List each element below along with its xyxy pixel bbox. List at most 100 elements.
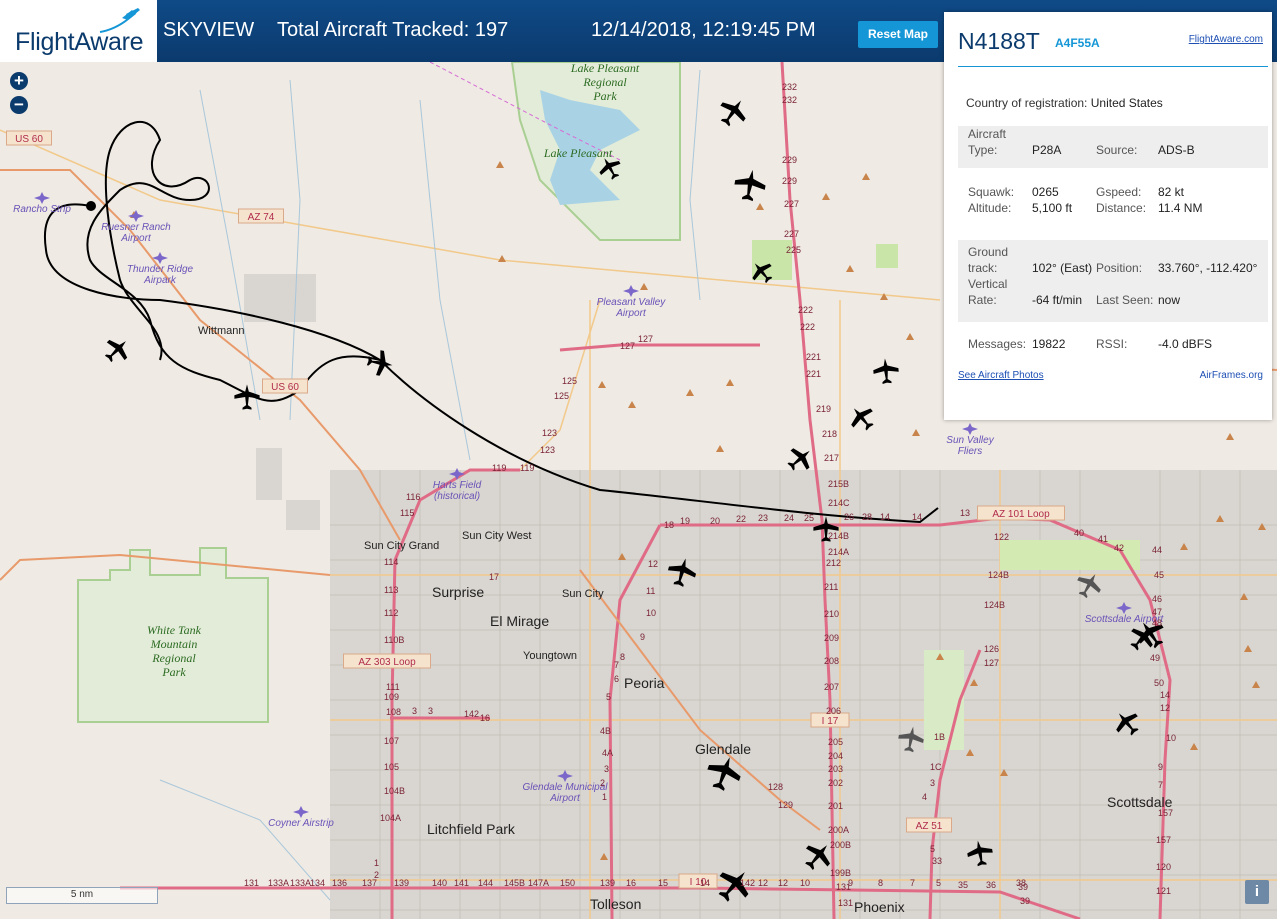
exit-label: 222: [800, 322, 815, 332]
park-label: Park: [161, 665, 186, 679]
exit-label: 157: [1156, 835, 1171, 845]
exit-label: 33: [932, 856, 942, 866]
exit-label: 133A: [290, 878, 311, 888]
datetime: 12/14/2018, 12:19:45 PM: [591, 19, 816, 41]
place-label: Surprise: [432, 584, 484, 600]
exit-label: 24: [784, 513, 794, 523]
track-block: Ground track: 102° (East) Position: 33.7…: [958, 240, 1268, 322]
exit-label: 14: [700, 878, 710, 888]
lastseen-value: now: [1158, 293, 1181, 307]
squawk-value: 0265: [1032, 185, 1059, 199]
exit-label: 35: [958, 880, 968, 890]
position-value: 33.760°, -112.420°: [1158, 261, 1258, 275]
exit-label: 25: [804, 513, 814, 523]
exit-label: 9: [640, 632, 645, 642]
exit-label: 110B: [384, 635, 404, 645]
exit-label: 123: [542, 428, 557, 438]
flightaware-link[interactable]: FlightAware.com: [1189, 34, 1263, 45]
exit-label: 140: [432, 878, 447, 888]
exit-label: 3: [604, 764, 609, 774]
exit-label: 41: [1098, 534, 1108, 544]
exit-label: 107: [384, 736, 399, 746]
exit-label: 202: [828, 778, 843, 788]
exit-label: 142: [464, 709, 479, 719]
exit-label: 114: [384, 557, 398, 567]
exit-label: 4B: [600, 726, 611, 736]
exit-label: 120: [1156, 862, 1171, 872]
park-label: Lake Pleasant: [543, 146, 613, 160]
exit-label: 42: [1114, 543, 1124, 553]
position-label: Position:: [1096, 261, 1143, 275]
exit-label: 145B: [504, 878, 525, 888]
park-label: Regional: [151, 651, 196, 665]
exit-label: 44: [1152, 545, 1162, 555]
gspeed-label: Gspeed:: [1096, 185, 1142, 199]
place-label: El Mirage: [490, 613, 549, 629]
exit-label: 105: [384, 762, 399, 772]
place-label: Glendale: [695, 741, 751, 757]
exit-label: 18: [664, 520, 674, 530]
exit-label: 39: [1018, 882, 1028, 892]
messages-label: Messages:: [968, 337, 1027, 351]
exit-label: 128: [768, 782, 783, 792]
exit-label: 142: [740, 878, 755, 888]
country-of-registration: Country of registration: United States: [966, 96, 1163, 110]
exit-label: 4: [922, 792, 927, 802]
exit-label: 17: [489, 572, 499, 582]
exit-label: 200A: [828, 825, 849, 835]
exit-label: 12: [758, 878, 768, 888]
exit-label: 4A: [602, 748, 613, 758]
exit-label: 108: [386, 707, 401, 717]
exit-label: 137: [362, 878, 377, 888]
exit-label: 9: [1158, 762, 1163, 772]
track-value: 102° (East): [1032, 261, 1093, 275]
exit-label: 7: [910, 878, 915, 888]
exit-label: 20: [710, 516, 720, 526]
altitude-label: Altitude:: [968, 201, 1012, 215]
exit-label: 36: [986, 880, 996, 890]
exit-label: 5: [606, 692, 611, 702]
exit-label: 3: [428, 706, 433, 716]
reset-map-button[interactable]: Reset Map: [858, 21, 938, 48]
flightaware-logo[interactable]: FlightAware: [0, 0, 157, 62]
highway-label: AZ 101 Loop: [992, 509, 1050, 520]
rssi-value: -4.0 dBFS: [1158, 337, 1213, 351]
source-label: Source:: [1096, 143, 1138, 157]
exit-label: 40: [1074, 528, 1084, 538]
exit-label: 139: [394, 878, 409, 888]
exit-label: 1B: [934, 732, 945, 742]
airport-label: Coyner Airstrip: [268, 818, 334, 829]
exit-label: 131: [838, 898, 853, 908]
distance-value: 11.4 NM: [1158, 201, 1203, 215]
exit-label: 12: [778, 878, 788, 888]
info-icon[interactable]: i: [1245, 880, 1269, 904]
exit-label: 7: [614, 660, 619, 670]
place-label: Tolleson: [590, 896, 641, 912]
exit-label: 8: [620, 652, 625, 662]
exit-label: 221: [806, 352, 821, 362]
messages-value: 19822: [1032, 337, 1066, 351]
exit-label: 227: [784, 199, 799, 209]
airport-label: Airport: [549, 793, 581, 804]
exit-label: 157: [1158, 808, 1173, 818]
exit-label: 125: [562, 376, 577, 386]
zoom-out-button[interactable]: −: [10, 96, 28, 114]
exit-label: 206: [826, 706, 841, 716]
see-aircraft-photos-link[interactable]: See Aircraft Photos: [958, 370, 1044, 381]
highway-label: US 60: [271, 382, 299, 393]
exit-label: 221: [806, 369, 821, 379]
exit-label: 111: [386, 682, 400, 692]
lastseen-label: Last Seen:: [1096, 293, 1154, 307]
ground-label: Ground: [968, 245, 1009, 259]
exit-label: 141: [454, 878, 469, 888]
exit-label: 121: [1156, 886, 1171, 896]
exit-label: 14: [880, 512, 890, 522]
place-label: Phoenix: [854, 899, 905, 915]
exit-label: 3: [930, 778, 935, 788]
zoom-in-button[interactable]: +: [10, 72, 28, 90]
exit-label: 204: [828, 751, 843, 761]
place-label: Sun City West: [462, 530, 532, 542]
exit-label: 133A: [268, 878, 289, 888]
airframes-link[interactable]: AirFrames.org: [1200, 370, 1263, 381]
exit-label: 126: [984, 644, 999, 654]
